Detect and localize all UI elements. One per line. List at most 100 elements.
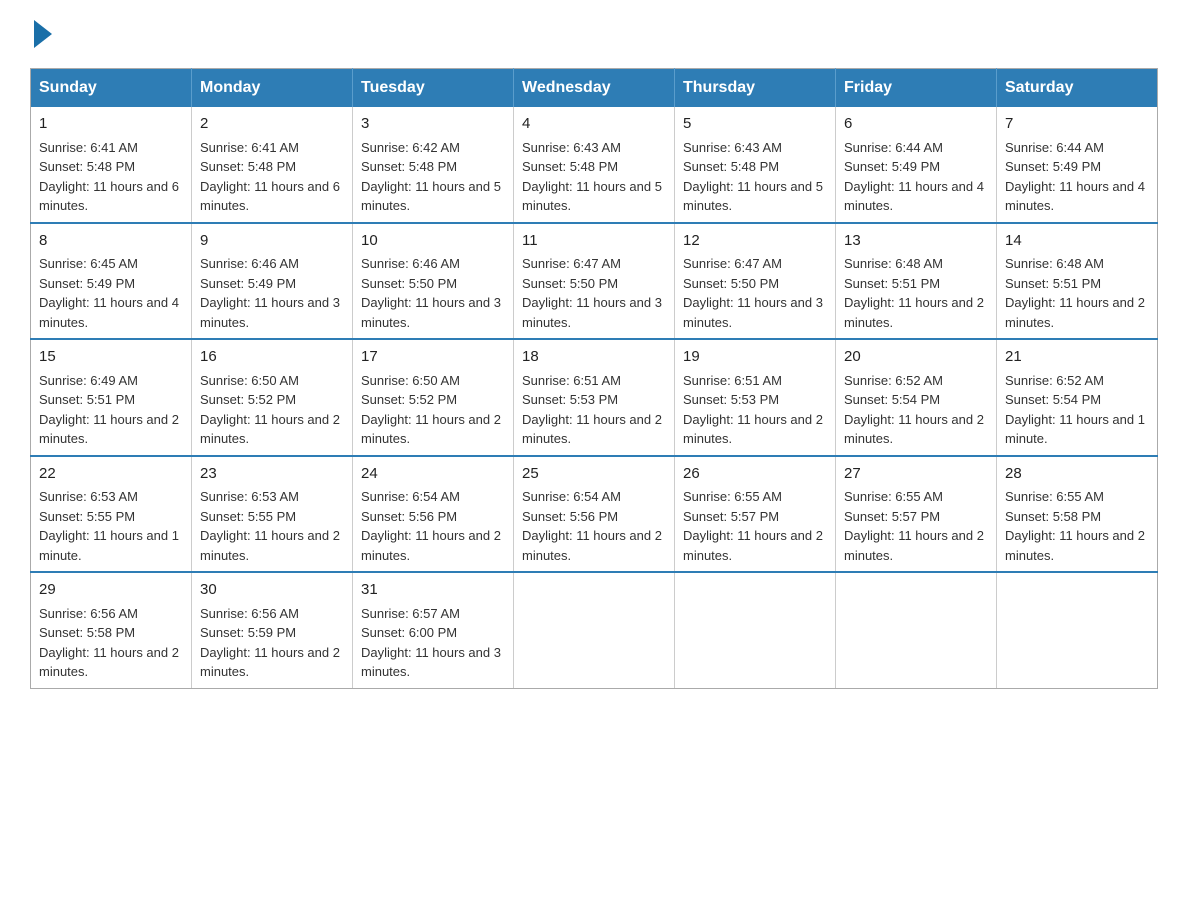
calendar-cell: 2 Sunrise: 6:41 AMSunset: 5:48 PMDayligh… [192,107,353,223]
header-cell-saturday: Saturday [997,69,1158,108]
day-info: Sunrise: 6:45 AMSunset: 5:49 PMDaylight:… [39,256,179,330]
day-info: Sunrise: 6:56 AMSunset: 5:59 PMDaylight:… [200,606,340,680]
calendar-cell: 3 Sunrise: 6:42 AMSunset: 5:48 PMDayligh… [353,107,514,223]
calendar-cell: 4 Sunrise: 6:43 AMSunset: 5:48 PMDayligh… [514,107,675,223]
day-info: Sunrise: 6:41 AMSunset: 5:48 PMDaylight:… [39,140,179,214]
day-number: 20 [844,346,988,369]
calendar-cell [836,572,997,688]
day-info: Sunrise: 6:48 AMSunset: 5:51 PMDaylight:… [844,256,984,330]
calendar-cell: 30 Sunrise: 6:56 AMSunset: 5:59 PMDaylig… [192,572,353,688]
header-cell-friday: Friday [836,69,997,108]
calendar-cell: 28 Sunrise: 6:55 AMSunset: 5:58 PMDaylig… [997,456,1158,573]
calendar-week-row: 29 Sunrise: 6:56 AMSunset: 5:58 PMDaylig… [31,572,1158,688]
day-number: 15 [39,346,183,369]
day-number: 21 [1005,346,1149,369]
day-info: Sunrise: 6:43 AMSunset: 5:48 PMDaylight:… [683,140,823,214]
day-info: Sunrise: 6:47 AMSunset: 5:50 PMDaylight:… [683,256,823,330]
day-number: 22 [39,463,183,486]
calendar-cell [514,572,675,688]
day-info: Sunrise: 6:52 AMSunset: 5:54 PMDaylight:… [844,373,984,447]
calendar-cell: 24 Sunrise: 6:54 AMSunset: 5:56 PMDaylig… [353,456,514,573]
calendar-week-row: 15 Sunrise: 6:49 AMSunset: 5:51 PMDaylig… [31,339,1158,456]
day-number: 2 [200,113,344,136]
day-number: 30 [200,579,344,602]
day-info: Sunrise: 6:44 AMSunset: 5:49 PMDaylight:… [1005,140,1145,214]
calendar-cell: 13 Sunrise: 6:48 AMSunset: 5:51 PMDaylig… [836,223,997,340]
calendar-cell: 18 Sunrise: 6:51 AMSunset: 5:53 PMDaylig… [514,339,675,456]
day-info: Sunrise: 6:48 AMSunset: 5:51 PMDaylight:… [1005,256,1145,330]
day-info: Sunrise: 6:54 AMSunset: 5:56 PMDaylight:… [522,489,662,563]
day-info: Sunrise: 6:53 AMSunset: 5:55 PMDaylight:… [39,489,179,563]
page-header [30,20,1158,48]
day-number: 18 [522,346,666,369]
day-info: Sunrise: 6:49 AMSunset: 5:51 PMDaylight:… [39,373,179,447]
day-number: 31 [361,579,505,602]
calendar-cell [675,572,836,688]
day-info: Sunrise: 6:50 AMSunset: 5:52 PMDaylight:… [200,373,340,447]
calendar-cell: 6 Sunrise: 6:44 AMSunset: 5:49 PMDayligh… [836,107,997,223]
day-number: 29 [39,579,183,602]
day-number: 13 [844,230,988,253]
header-cell-sunday: Sunday [31,69,192,108]
calendar-cell [997,572,1158,688]
header-cell-monday: Monday [192,69,353,108]
day-number: 14 [1005,230,1149,253]
header-cell-wednesday: Wednesday [514,69,675,108]
day-number: 5 [683,113,827,136]
calendar-week-row: 22 Sunrise: 6:53 AMSunset: 5:55 PMDaylig… [31,456,1158,573]
calendar-cell: 12 Sunrise: 6:47 AMSunset: 5:50 PMDaylig… [675,223,836,340]
day-info: Sunrise: 6:44 AMSunset: 5:49 PMDaylight:… [844,140,984,214]
day-number: 26 [683,463,827,486]
header-cell-tuesday: Tuesday [353,69,514,108]
calendar-cell: 8 Sunrise: 6:45 AMSunset: 5:49 PMDayligh… [31,223,192,340]
day-number: 3 [361,113,505,136]
calendar-cell: 23 Sunrise: 6:53 AMSunset: 5:55 PMDaylig… [192,456,353,573]
day-number: 25 [522,463,666,486]
day-number: 1 [39,113,183,136]
calendar-cell: 20 Sunrise: 6:52 AMSunset: 5:54 PMDaylig… [836,339,997,456]
calendar-cell: 14 Sunrise: 6:48 AMSunset: 5:51 PMDaylig… [997,223,1158,340]
header-row: SundayMondayTuesdayWednesdayThursdayFrid… [31,69,1158,108]
day-number: 8 [39,230,183,253]
day-number: 7 [1005,113,1149,136]
calendar-week-row: 8 Sunrise: 6:45 AMSunset: 5:49 PMDayligh… [31,223,1158,340]
calendar-table: SundayMondayTuesdayWednesdayThursdayFrid… [30,68,1158,689]
calendar-cell: 17 Sunrise: 6:50 AMSunset: 5:52 PMDaylig… [353,339,514,456]
calendar-cell: 21 Sunrise: 6:52 AMSunset: 5:54 PMDaylig… [997,339,1158,456]
calendar-cell: 7 Sunrise: 6:44 AMSunset: 5:49 PMDayligh… [997,107,1158,223]
day-info: Sunrise: 6:52 AMSunset: 5:54 PMDaylight:… [1005,373,1145,447]
calendar-cell: 15 Sunrise: 6:49 AMSunset: 5:51 PMDaylig… [31,339,192,456]
day-info: Sunrise: 6:46 AMSunset: 5:49 PMDaylight:… [200,256,340,330]
day-info: Sunrise: 6:55 AMSunset: 5:58 PMDaylight:… [1005,489,1145,563]
day-info: Sunrise: 6:41 AMSunset: 5:48 PMDaylight:… [200,140,340,214]
calendar-cell: 19 Sunrise: 6:51 AMSunset: 5:53 PMDaylig… [675,339,836,456]
day-info: Sunrise: 6:57 AMSunset: 6:00 PMDaylight:… [361,606,501,680]
calendar-cell: 27 Sunrise: 6:55 AMSunset: 5:57 PMDaylig… [836,456,997,573]
calendar-cell: 26 Sunrise: 6:55 AMSunset: 5:57 PMDaylig… [675,456,836,573]
day-info: Sunrise: 6:54 AMSunset: 5:56 PMDaylight:… [361,489,501,563]
day-number: 19 [683,346,827,369]
calendar-cell: 31 Sunrise: 6:57 AMSunset: 6:00 PMDaylig… [353,572,514,688]
day-number: 9 [200,230,344,253]
day-number: 4 [522,113,666,136]
calendar-cell: 9 Sunrise: 6:46 AMSunset: 5:49 PMDayligh… [192,223,353,340]
calendar-week-row: 1 Sunrise: 6:41 AMSunset: 5:48 PMDayligh… [31,107,1158,223]
day-number: 24 [361,463,505,486]
day-info: Sunrise: 6:42 AMSunset: 5:48 PMDaylight:… [361,140,501,214]
day-number: 11 [522,230,666,253]
day-number: 28 [1005,463,1149,486]
day-number: 10 [361,230,505,253]
day-info: Sunrise: 6:47 AMSunset: 5:50 PMDaylight:… [522,256,662,330]
day-info: Sunrise: 6:51 AMSunset: 5:53 PMDaylight:… [683,373,823,447]
day-info: Sunrise: 6:55 AMSunset: 5:57 PMDaylight:… [683,489,823,563]
logo-arrow-icon [34,20,52,48]
day-number: 6 [844,113,988,136]
day-info: Sunrise: 6:53 AMSunset: 5:55 PMDaylight:… [200,489,340,563]
day-info: Sunrise: 6:56 AMSunset: 5:58 PMDaylight:… [39,606,179,680]
header-cell-thursday: Thursday [675,69,836,108]
calendar-cell: 22 Sunrise: 6:53 AMSunset: 5:55 PMDaylig… [31,456,192,573]
day-number: 16 [200,346,344,369]
day-info: Sunrise: 6:43 AMSunset: 5:48 PMDaylight:… [522,140,662,214]
day-info: Sunrise: 6:50 AMSunset: 5:52 PMDaylight:… [361,373,501,447]
day-info: Sunrise: 6:46 AMSunset: 5:50 PMDaylight:… [361,256,501,330]
